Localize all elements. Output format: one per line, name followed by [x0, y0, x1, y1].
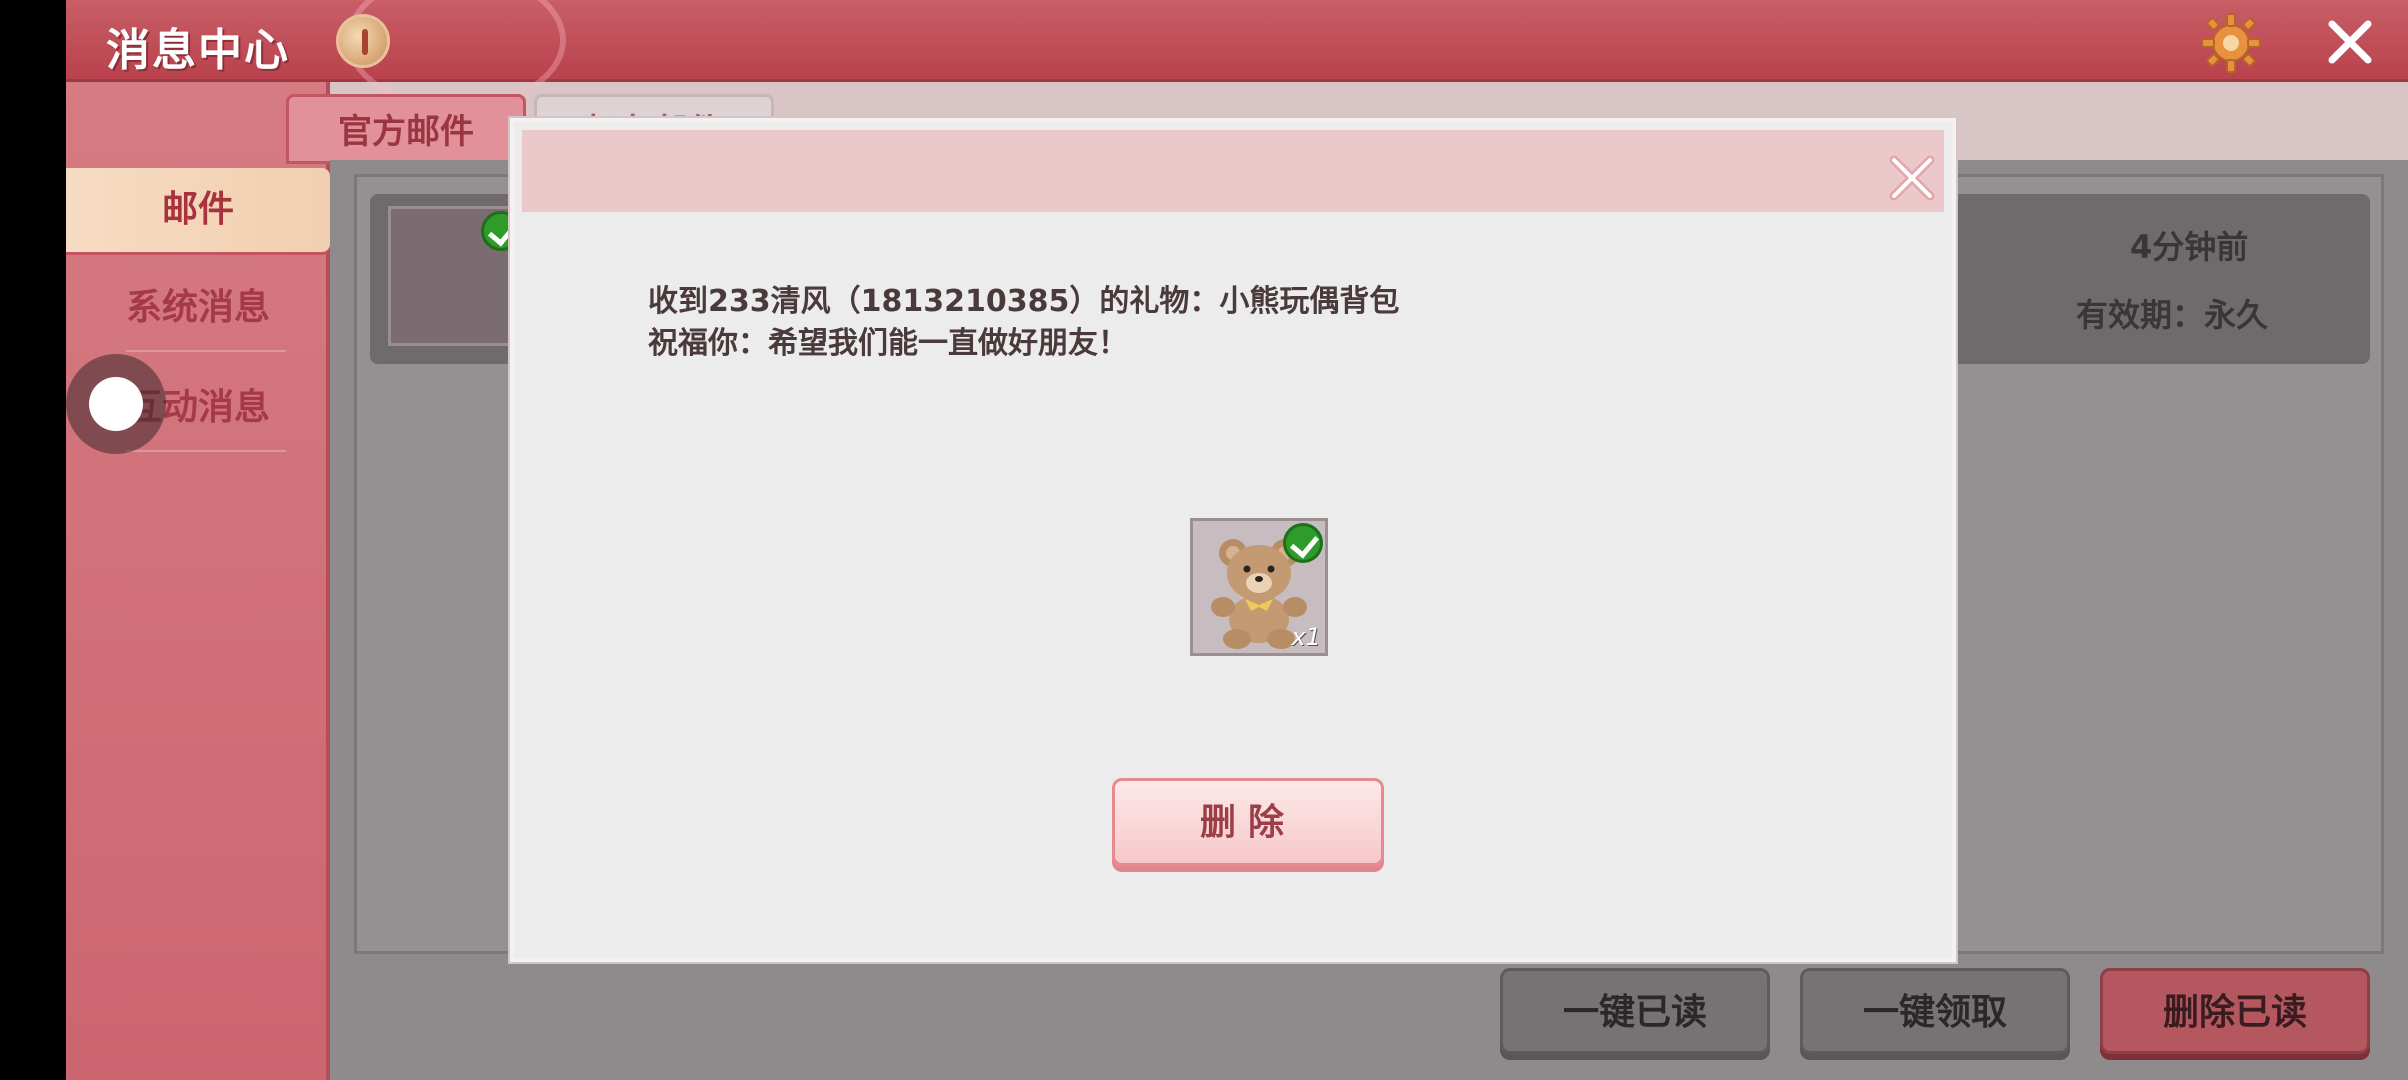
sidebar-item-system-messages[interactable]: 系统消息	[66, 266, 330, 350]
close-icon[interactable]	[2324, 16, 2376, 68]
info-icon[interactable]	[336, 14, 390, 68]
title-bar: 消息中心	[66, 0, 2408, 110]
mail-gift-thumbnail	[388, 206, 528, 346]
gear-icon[interactable]	[2200, 12, 2262, 74]
tab-official-mail[interactable]: 官方邮件	[286, 94, 526, 164]
gift-item-slot[interactable]: x1	[1190, 518, 1328, 656]
mail-validity: 有效期：永久	[2076, 296, 2269, 334]
dialog-header	[522, 130, 1944, 212]
blessing-message-line: 祝福你：希望我们能一直做好朋友！	[648, 326, 1128, 361]
sidebar-divider	[126, 350, 286, 352]
mail-timestamp: 4分钟前	[2130, 228, 2249, 266]
touch-indicator	[66, 354, 166, 454]
mark-all-read-button[interactable]: 一键已读	[1500, 968, 1770, 1054]
delete-read-button[interactable]: 删除已读	[2100, 968, 2370, 1054]
sidebar-divider	[126, 450, 286, 452]
delete-button[interactable]: 删除	[1112, 778, 1384, 866]
close-icon[interactable]	[1886, 152, 1938, 204]
sidebar: 邮件 系统消息 互动消息	[66, 82, 330, 1080]
claim-all-button[interactable]: 一键领取	[1800, 968, 2070, 1054]
gift-message-line: 收到233清风（1813210385）的礼物：小熊玩偶背包	[648, 284, 1400, 319]
gift-message-dialog: 收到233清风（1813210385）的礼物：小熊玩偶背包 祝福你：希望我们能一…	[510, 118, 1956, 962]
sidebar-item-mail[interactable]: 邮件	[66, 168, 330, 252]
check-icon	[1283, 523, 1323, 563]
page-title: 消息中心	[106, 25, 290, 76]
gift-count: x1	[1291, 623, 1321, 651]
